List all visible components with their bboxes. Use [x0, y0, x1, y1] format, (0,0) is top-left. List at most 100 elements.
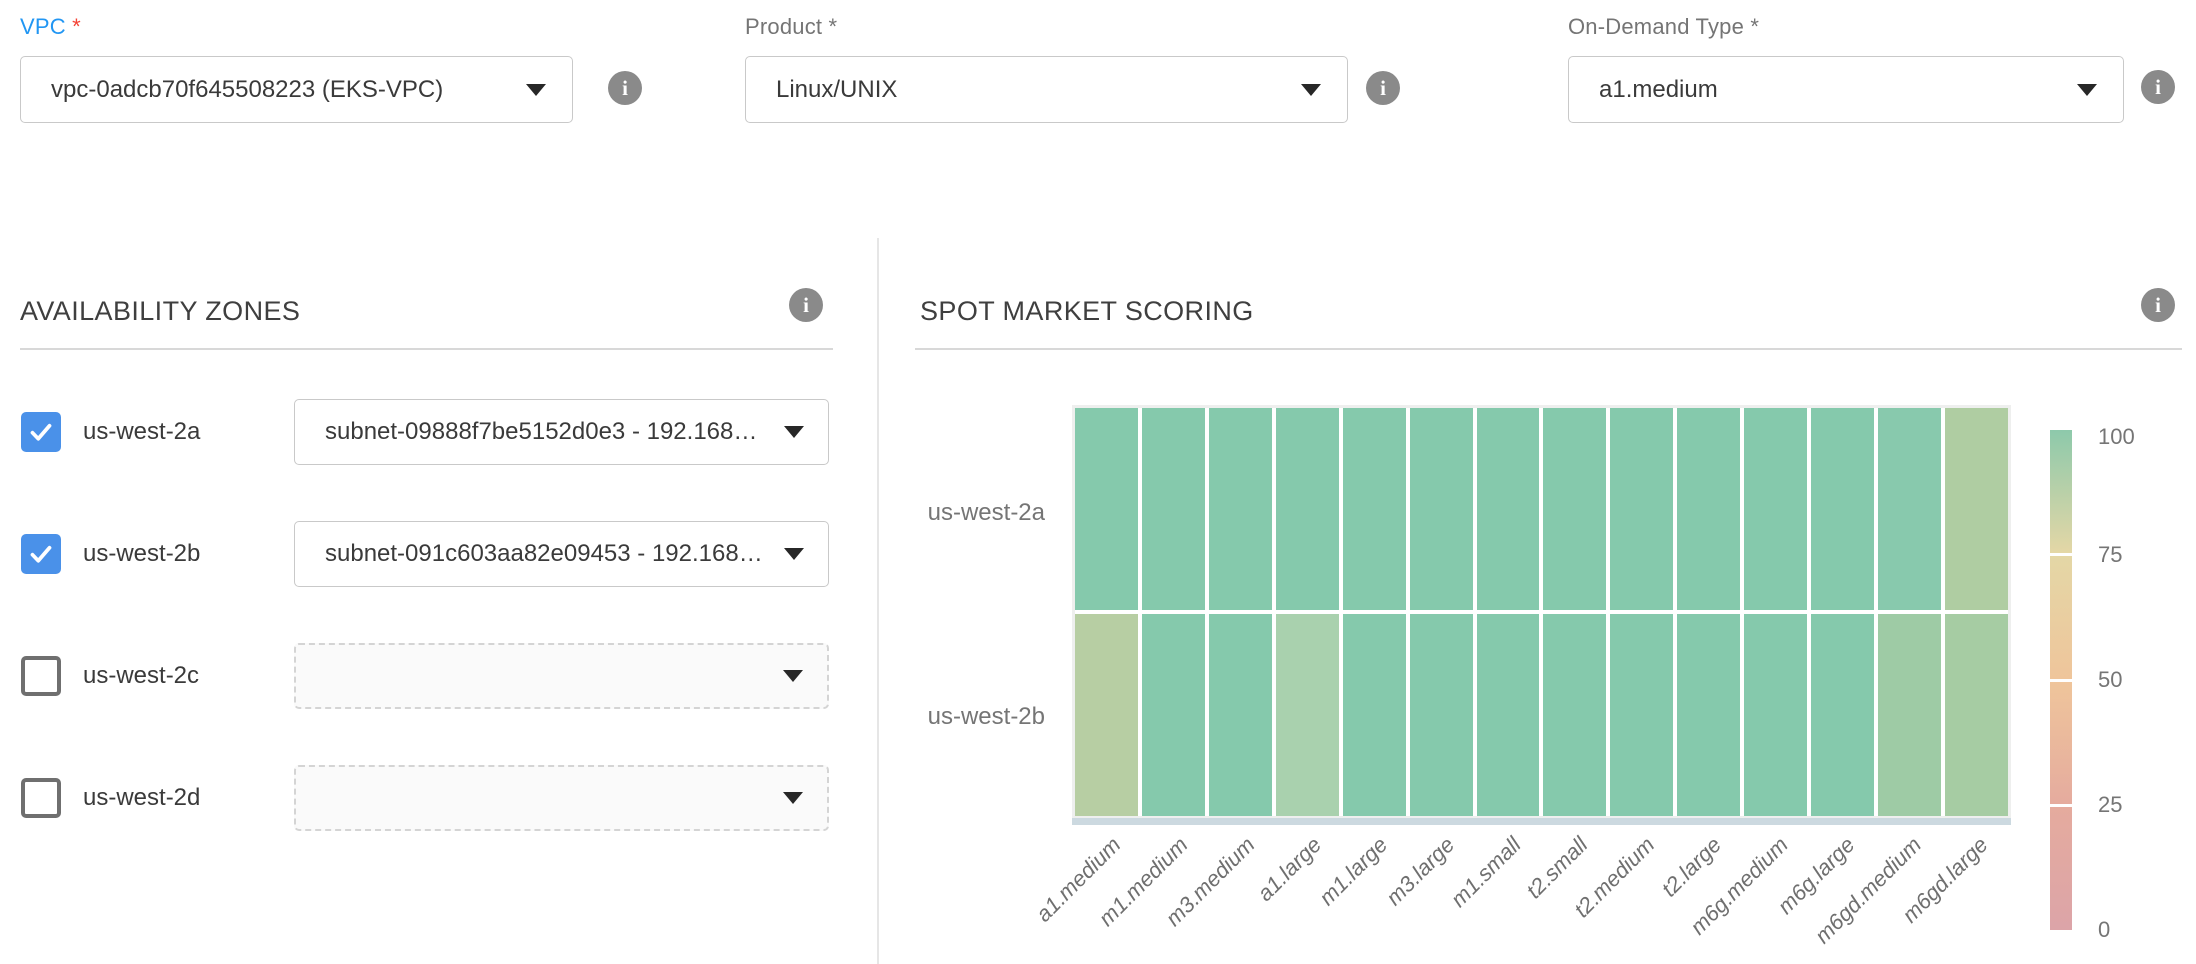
heatmap-row-label-us-west-2b: us-west-2b: [835, 703, 1045, 731]
color-scale-tick-25: 25: [2098, 792, 2168, 818]
heatmap-cell-us-west-2a-m3.large[interactable]: [1410, 408, 1473, 610]
chevron-down-icon: [526, 84, 546, 96]
vpc-required-asterisk: *: [72, 14, 81, 39]
spot-market-scoring-divider: [915, 348, 2182, 350]
product-field: Product * Linux/UNIX: [745, 14, 1348, 123]
vpc-select[interactable]: vpc-0adcb70f645508223 (EKS-VPC): [20, 56, 573, 123]
heatmap-cell-us-west-2a-m3.medium[interactable]: [1209, 408, 1272, 610]
heatmap-row-label-us-west-2a: us-west-2a: [835, 499, 1045, 527]
az-zone-label: us-west-2c: [83, 643, 199, 709]
heatmap-cell-us-west-2b-m3.large[interactable]: [1410, 614, 1473, 816]
heatmap-cell-us-west-2b-t2.small[interactable]: [1543, 614, 1606, 816]
heatmap-cell-us-west-2b-m6gd.large[interactable]: [1945, 614, 2008, 816]
subnet-select-us-west-2a[interactable]: subnet-09888f7be5152d0e3 - 192.168…: [294, 399, 829, 465]
heatmap-cell-us-west-2b-m6g.large[interactable]: [1811, 614, 1874, 816]
color-scale-segment: [2050, 807, 2072, 930]
color-scale-segment: [2050, 682, 2072, 805]
az-zone-label: us-west-2a: [83, 399, 200, 465]
info-glyph: i: [1380, 78, 1386, 99]
info-glyph: i: [2155, 295, 2161, 316]
heatmap-col-label-text: a1.large: [1252, 832, 1327, 907]
az-row-us-west-2c: us-west-2c: [0, 643, 860, 709]
heatmap-grid: [1075, 408, 2008, 816]
az-row-us-west-2a: us-west-2a subnet-09888f7be5152d0e3 - 192…: [0, 399, 860, 465]
availability-zones-info-icon[interactable]: i: [789, 288, 823, 322]
chevron-down-icon: [784, 426, 804, 438]
on-demand-type-select[interactable]: a1.medium: [1568, 56, 2124, 123]
heatmap-cell-us-west-2b-m3.medium[interactable]: [1209, 614, 1272, 816]
heatmap-cell-us-west-2b-m6g.medium[interactable]: [1744, 614, 1807, 816]
az-checkbox-us-west-2d[interactable]: [21, 778, 61, 818]
info-glyph: i: [803, 295, 809, 316]
subnet-select-value: subnet-09888f7be5152d0e3 - 192.168…: [325, 418, 757, 446]
heatmap-cell-us-west-2a-m6g.large[interactable]: [1811, 408, 1874, 610]
product-select-value: Linux/UNIX: [776, 76, 897, 104]
heatmap-cell-us-west-2a-t2.large[interactable]: [1677, 408, 1740, 610]
az-zone-label: us-west-2d: [83, 765, 200, 831]
spot-market-scoring-info-icon[interactable]: i: [2141, 288, 2175, 322]
heatmap-cell-us-west-2a-m6g.medium[interactable]: [1744, 408, 1807, 610]
info-glyph: i: [622, 78, 628, 99]
heatmap-cell-us-west-2b-m1.large[interactable]: [1343, 614, 1406, 816]
chevron-down-icon: [784, 548, 804, 560]
color-scale-segment: [2050, 430, 2072, 553]
vpc-info-icon[interactable]: i: [608, 71, 642, 105]
color-scale-bar: [2050, 430, 2072, 930]
heatmap-cell-us-west-2a-m1.small[interactable]: [1477, 408, 1540, 610]
heatmap-cell-us-west-2b-m1.medium[interactable]: [1142, 614, 1205, 816]
heatmap-cell-us-west-2b-m6gd.medium[interactable]: [1878, 614, 1941, 816]
heatmap-col-label-text: m1.small: [1446, 832, 1527, 913]
az-row-us-west-2d: us-west-2d: [0, 765, 860, 831]
chevron-down-icon: [783, 792, 803, 804]
heatmap-cell-us-west-2b-a1.medium[interactable]: [1075, 614, 1138, 816]
on-demand-type-label: On-Demand Type *: [1568, 14, 2124, 40]
vpc-select-value: vpc-0adcb70f645508223 (EKS-VPC): [51, 76, 443, 104]
check-icon: [26, 417, 56, 447]
product-info-icon[interactable]: i: [1366, 71, 1400, 105]
on-demand-type-field: On-Demand Type * a1.medium: [1568, 14, 2124, 123]
on-demand-type-info-icon[interactable]: i: [2141, 70, 2175, 104]
vertical-divider: [877, 238, 879, 964]
heatmap-cell-us-west-2a-m1.medium[interactable]: [1142, 408, 1205, 610]
heatmap-cell-us-west-2a-m1.large[interactable]: [1343, 408, 1406, 610]
info-glyph: i: [2155, 77, 2161, 98]
heatmap-col-label-text: m3.large: [1381, 832, 1460, 911]
vpc-label: VPC *: [20, 14, 573, 40]
heatmap-cell-us-west-2a-a1.large[interactable]: [1276, 408, 1339, 610]
chevron-down-icon: [783, 670, 803, 682]
heatmap-cell-us-west-2a-a1.medium[interactable]: [1075, 408, 1138, 610]
subnet-select-value: subnet-091c603aa82e09453 - 192.168…: [325, 540, 763, 568]
spot-market-scoring-title: SPOT MARKET SCORING: [920, 296, 1254, 327]
check-icon: [26, 539, 56, 569]
on-demand-type-select-value: a1.medium: [1599, 76, 1718, 104]
vpc-label-text: VPC: [20, 14, 66, 39]
heatmap-cell-us-west-2a-m6gd.medium[interactable]: [1878, 408, 1941, 610]
subnet-select-us-west-2c[interactable]: [294, 643, 829, 709]
product-select[interactable]: Linux/UNIX: [745, 56, 1348, 123]
heatmap-cell-us-west-2b-t2.medium[interactable]: [1610, 614, 1673, 816]
color-scale-segment: [2050, 556, 2072, 679]
heatmap-cell-us-west-2b-a1.large[interactable]: [1276, 614, 1339, 816]
page: { "colors":{ "focused_label_blue":"#2196…: [0, 0, 2196, 964]
heatmap-cell-us-west-2a-m6gd.large[interactable]: [1945, 408, 2008, 610]
product-label-text: Product: [745, 14, 822, 39]
heatmap-cell-us-west-2a-t2.small[interactable]: [1543, 408, 1606, 610]
on-demand-type-required-asterisk: *: [1750, 14, 1759, 39]
vpc-field: VPC * vpc-0adcb70f645508223 (EKS-VPC): [20, 14, 573, 123]
availability-zones-divider: [20, 348, 833, 350]
chevron-down-icon: [2077, 84, 2097, 96]
heatmap-col-label-text: m1.large: [1314, 832, 1393, 911]
heatmap-cell-us-west-2b-t2.large[interactable]: [1677, 614, 1740, 816]
az-checkbox-us-west-2b[interactable]: [21, 534, 61, 574]
subnet-select-us-west-2d[interactable]: [294, 765, 829, 831]
heatmap-cell-us-west-2a-t2.medium[interactable]: [1610, 408, 1673, 610]
color-scale-tick-50: 50: [2098, 667, 2168, 693]
subnet-select-us-west-2b[interactable]: subnet-091c603aa82e09453 - 192.168…: [294, 521, 829, 587]
heatmap-cell-us-west-2b-m1.small[interactable]: [1477, 614, 1540, 816]
chevron-down-icon: [1301, 84, 1321, 96]
az-checkbox-us-west-2a[interactable]: [21, 412, 61, 452]
color-scale-tick-100: 100: [2098, 424, 2168, 450]
heatmap-x-axis-line: [1072, 818, 2011, 825]
az-checkbox-us-west-2c[interactable]: [21, 656, 61, 696]
az-zone-label: us-west-2b: [83, 521, 200, 587]
